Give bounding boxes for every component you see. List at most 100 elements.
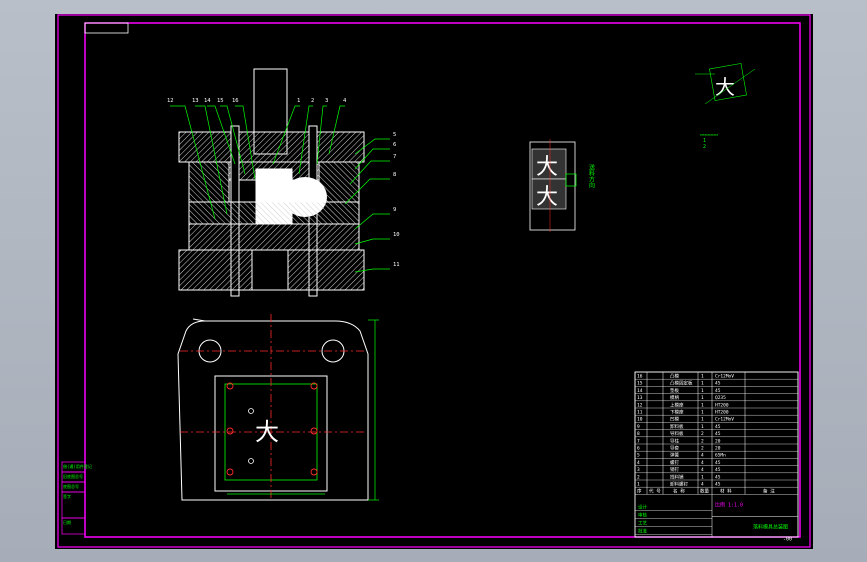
stamp-label: 日期 bbox=[63, 519, 71, 525]
bom-name: 垫板 bbox=[670, 387, 679, 394]
bom-header: 数量 bbox=[700, 488, 709, 495]
bom-qty: 4 bbox=[701, 453, 704, 459]
bom-header: 名 称 bbox=[673, 488, 685, 495]
bom-material: Q235 bbox=[715, 395, 726, 401]
callout-top-4: 4 bbox=[343, 98, 347, 104]
plan-dimensions bbox=[227, 319, 379, 501]
bom-qty: 1 bbox=[701, 424, 704, 430]
bom-name: 导套 bbox=[670, 445, 679, 452]
strip-dimension bbox=[565, 173, 577, 187]
bom-qty: 4 bbox=[701, 482, 704, 488]
callout-right-6: 6 bbox=[393, 142, 396, 148]
bom-header: 备 注 bbox=[763, 488, 775, 495]
bom-material: 45 bbox=[715, 388, 721, 394]
bom-header: 材 料 bbox=[720, 488, 732, 495]
bom-material: 45 bbox=[715, 474, 721, 480]
bom-name: 凸模固定板 bbox=[670, 380, 693, 387]
bom-no: 9 bbox=[637, 424, 640, 430]
pin-holes bbox=[248, 408, 254, 464]
plan-outline bbox=[177, 318, 369, 501]
section-view[interactable]: 12 13 14 15 16 1 2 3 4 567891011 bbox=[167, 68, 400, 297]
bom-qty: 1 bbox=[701, 474, 704, 480]
callout-top-16: 16 bbox=[232, 98, 239, 104]
sign-label: 工艺 bbox=[638, 520, 647, 526]
callout-top-12: 12 bbox=[167, 98, 174, 104]
bom-qty: 4 bbox=[701, 460, 704, 466]
bom-material: HT200 bbox=[715, 402, 729, 408]
bom-material: HT200 bbox=[715, 410, 729, 416]
bom-no: 1 bbox=[637, 482, 640, 488]
bom-name: 弹簧 bbox=[670, 452, 679, 459]
plan-glyph: 大 bbox=[255, 418, 279, 446]
callouts-right: 5 6 7 8 9 10 11 bbox=[393, 132, 400, 268]
bom-qty: 2 bbox=[701, 431, 704, 437]
bom-name: 销钉 bbox=[670, 466, 679, 473]
title-block[interactable]: 16 凸模 1 Cr12MoV15 凸模固定板 1 4514 垫板 1 4513 模柄 1 Q23512… bbox=[634, 371, 799, 542]
scale-label: 比例 1:1.0 bbox=[715, 501, 743, 508]
die-block bbox=[188, 223, 360, 251]
callout-right-11: 11 bbox=[393, 262, 400, 268]
bom-no: 6 bbox=[637, 446, 640, 452]
bom-name: 下模座 bbox=[670, 409, 684, 416]
bom-no: 11 bbox=[637, 410, 643, 416]
bom-name: 螺钉 bbox=[670, 459, 679, 466]
bom-qty: 1 bbox=[701, 402, 704, 408]
bom-no: 3 bbox=[637, 467, 640, 473]
iso-glyph: 大 bbox=[715, 75, 735, 99]
sign-label: 审核 bbox=[638, 511, 647, 518]
bom-no: 16 bbox=[637, 374, 643, 380]
bom-material: 45 bbox=[715, 460, 721, 466]
bom-no: 13 bbox=[637, 395, 643, 401]
outer-border bbox=[57, 14, 811, 548]
part-glyph-2: 大 bbox=[536, 185, 558, 210]
bom-no: 5 bbox=[637, 453, 640, 459]
callout-right-10: 10 bbox=[393, 232, 400, 238]
bom-name: 导柱 bbox=[670, 437, 679, 444]
callout-right-8: 8 bbox=[393, 172, 396, 178]
bom-no: 8 bbox=[637, 431, 640, 437]
bom-qty: 1 bbox=[701, 374, 704, 380]
cad-viewport: 12 13 14 15 16 1 2 3 4 5 6 7 8 9 10 11 大… bbox=[0, 0, 867, 562]
callout-top-2: 2 bbox=[311, 98, 314, 104]
drawing-canvas[interactable]: 12 13 14 15 16 1 2 3 4 5 6 7 8 9 10 11 大… bbox=[55, 14, 813, 549]
part-detail[interactable]: 大 大 送料方向 bbox=[529, 139, 595, 232]
bom-name: 卸料板 bbox=[670, 423, 684, 430]
callout-top-13: 13 bbox=[192, 98, 199, 104]
bom-name: 凹模 bbox=[670, 416, 679, 423]
bom-no: 2 bbox=[637, 474, 640, 480]
sign-label: 设计 bbox=[638, 503, 647, 510]
bom-material: 65Mn bbox=[715, 453, 726, 459]
drawing-svg: 12 13 14 15 16 1 2 3 4 567891011 大 大 大 送… bbox=[57, 14, 811, 548]
bom-material: 45 bbox=[715, 424, 721, 430]
upper-die-plate bbox=[178, 131, 365, 163]
callout-top-1: 1 bbox=[297, 98, 300, 104]
left-stamp[interactable]: 借(通)用件登记旧底图总号底图总号签字日期 bbox=[61, 461, 92, 535]
callout-right-7: 7 bbox=[393, 154, 396, 160]
plan-view[interactable]: 大 bbox=[177, 314, 379, 501]
callout-right-9: 9 bbox=[393, 207, 396, 213]
bom-material: 45 bbox=[715, 482, 721, 488]
bom-qty: 1 bbox=[701, 381, 704, 387]
bom-material: 45 bbox=[715, 467, 721, 473]
feed-direction-note: 送料方向 bbox=[588, 163, 595, 188]
bom-material: 45 bbox=[715, 381, 721, 387]
sign-label: 批准 bbox=[638, 527, 647, 534]
bom-qty: 4 bbox=[701, 467, 704, 473]
stripper-plate bbox=[188, 201, 360, 225]
iso-note-2: 2 bbox=[703, 144, 706, 150]
bom-qty: 1 bbox=[701, 410, 704, 416]
bom-material: Cr12MoV bbox=[715, 417, 734, 423]
callout-top-14: 14 bbox=[204, 98, 211, 104]
corner-tag bbox=[84, 22, 129, 34]
callout-top-15: 15 bbox=[217, 98, 224, 104]
bom-no: 15 bbox=[637, 381, 643, 387]
stamp-label: 旧底图总号 bbox=[63, 473, 83, 479]
callout-top-3: 3 bbox=[325, 98, 328, 104]
part-glyph-1: 大 bbox=[536, 155, 558, 180]
bom-name: 导料板 bbox=[670, 430, 684, 437]
bom-name: 卸料螺钉 bbox=[670, 481, 688, 488]
bom-no: 14 bbox=[637, 388, 643, 394]
iso-detail[interactable]: 大 ▭▭▭▭▭▭ 1 2 bbox=[695, 63, 756, 150]
drawing-number: -00 bbox=[783, 536, 792, 542]
bom-no: 12 bbox=[637, 402, 643, 408]
